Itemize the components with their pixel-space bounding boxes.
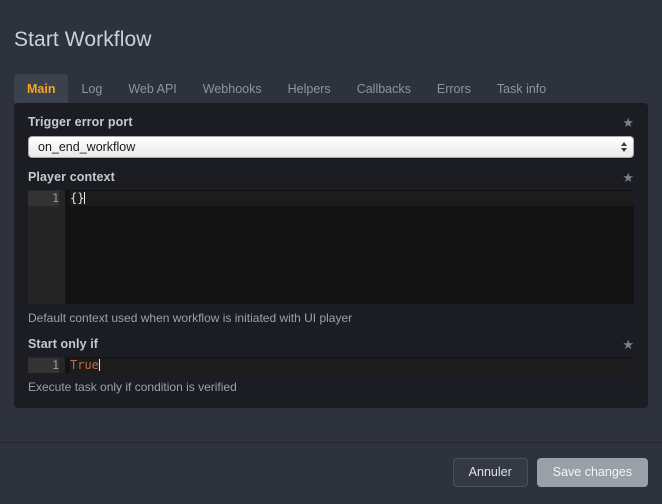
- trigger-error-port-label: Trigger error port: [28, 115, 133, 129]
- text-caret: [84, 192, 86, 204]
- tab-task-info-label: Task info: [496, 81, 547, 96]
- tab-errors-label: Errors: [436, 81, 471, 96]
- tab-errors[interactable]: Errors: [424, 74, 484, 103]
- start-only-if-gutter: 1: [28, 357, 65, 373]
- field-start-only-if: Start only if ★ 1 True Execute task only…: [14, 337, 648, 394]
- field-player-context: Player context ★ 1 {} Default context us…: [14, 170, 648, 325]
- player-context-label: Player context: [28, 170, 115, 184]
- trigger-error-port-select[interactable]: on_end_workflow: [28, 136, 634, 158]
- tab-helpers-label: Helpers: [287, 81, 331, 96]
- footer-actions: Annuler Save changes: [452, 458, 648, 487]
- trigger-error-port-label-row: Trigger error port ★: [14, 115, 648, 129]
- tab-log-label: Log: [81, 81, 103, 96]
- trigger-error-port-value: on_end_workflow: [38, 140, 136, 154]
- start-only-if-code-editor[interactable]: 1 True: [28, 357, 634, 373]
- main-tab-panel: Trigger error port ★ on_end_workflow Pla…: [14, 103, 648, 408]
- player-context-code-editor[interactable]: 1 {}: [28, 190, 634, 304]
- player-context-gutter: 1: [28, 190, 65, 304]
- code-line: True: [70, 358, 634, 373]
- line-number: 1: [28, 191, 59, 206]
- cancel-button[interactable]: Annuler: [452, 458, 528, 487]
- page-title: Start Workflow: [14, 28, 152, 51]
- text-caret: [98, 359, 100, 371]
- start-only-if-code-text: True: [70, 358, 99, 372]
- player-context-help-text: Default context used when workflow is in…: [28, 311, 353, 325]
- tab-main[interactable]: Main: [14, 74, 69, 103]
- tab-main-label: Main: [27, 81, 56, 96]
- trigger-error-port-select-wrap: on_end_workflow: [28, 136, 634, 158]
- tab-bar: Main Log Web API Webhooks Helpers Callba…: [14, 74, 559, 103]
- tab-log[interactable]: Log: [68, 74, 115, 103]
- star-icon[interactable]: ★: [622, 171, 634, 184]
- field-trigger-error-port: Trigger error port ★ on_end_workflow: [14, 115, 648, 158]
- tab-task-info[interactable]: Task info: [484, 74, 559, 103]
- footer-divider: [0, 442, 662, 443]
- start-only-if-code-area[interactable]: True: [65, 357, 634, 373]
- line-number: 1: [28, 358, 59, 373]
- code-line: {}: [70, 191, 634, 206]
- tab-web-api[interactable]: Web API: [115, 74, 189, 103]
- star-icon[interactable]: ★: [622, 116, 634, 129]
- start-only-if-label: Start only if: [28, 337, 99, 351]
- tab-webhooks-label: Webhooks: [202, 81, 262, 96]
- player-context-label-row: Player context ★: [14, 170, 648, 184]
- player-context-code-text: {}: [70, 191, 85, 205]
- start-only-if-label-row: Start only if ★: [14, 337, 648, 351]
- tab-webhooks[interactable]: Webhooks: [190, 74, 275, 103]
- tab-helpers[interactable]: Helpers: [275, 74, 344, 103]
- tab-callbacks[interactable]: Callbacks: [344, 74, 424, 103]
- player-context-code-area[interactable]: {}: [65, 190, 634, 304]
- dialog-start-workflow: Start Workflow Main Log Web API Webhooks…: [0, 0, 662, 504]
- save-changes-button[interactable]: Save changes: [536, 458, 648, 487]
- star-icon[interactable]: ★: [622, 338, 634, 351]
- tab-callbacks-label: Callbacks: [356, 81, 411, 96]
- tab-web-api-label: Web API: [128, 81, 177, 96]
- start-only-if-help-text: Execute task only if condition is verifi…: [28, 380, 237, 394]
